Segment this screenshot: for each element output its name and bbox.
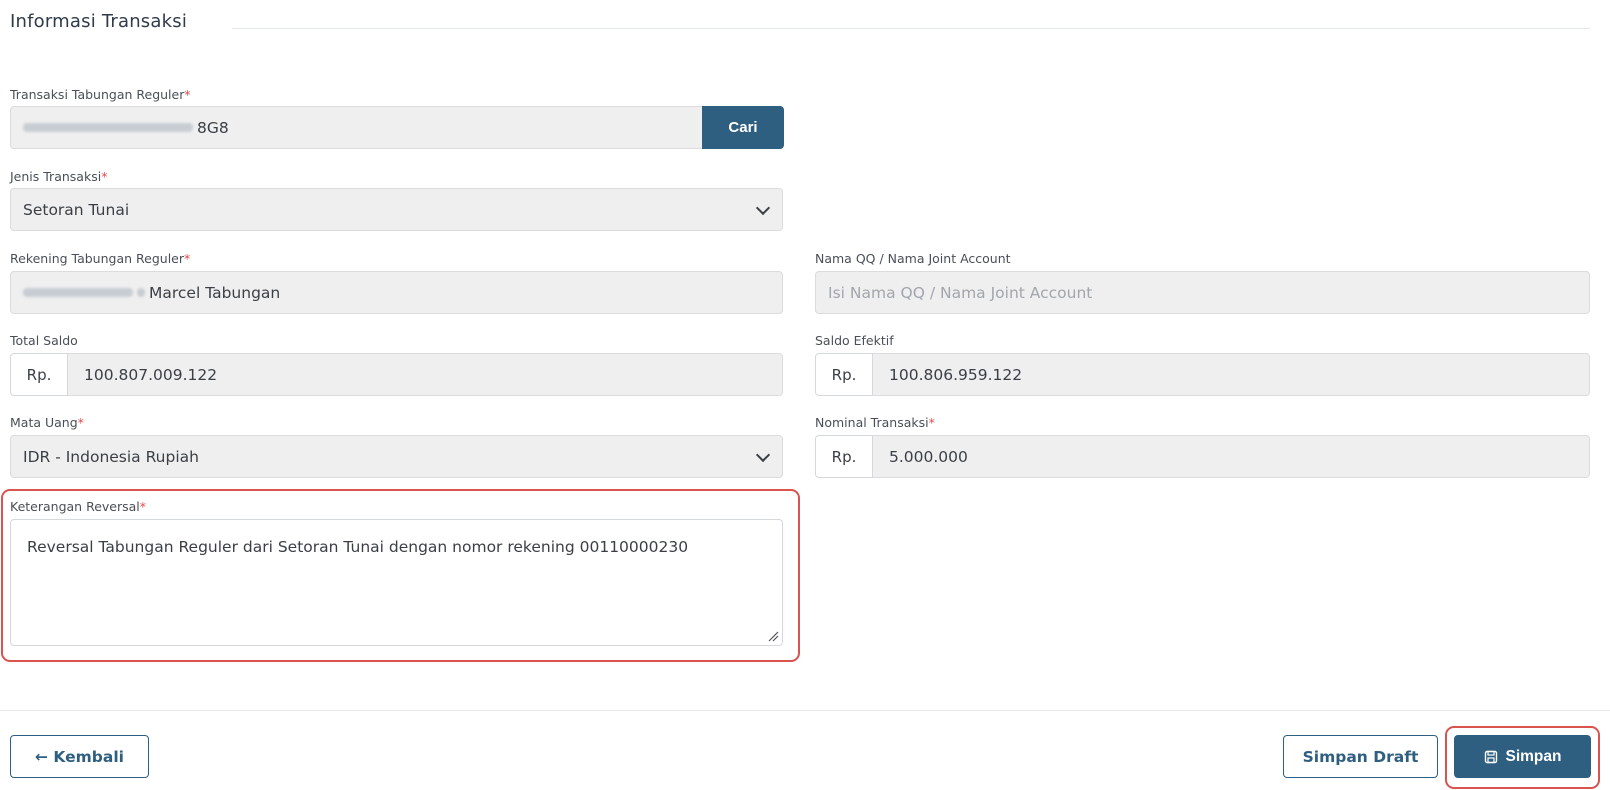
mata-uang-select[interactable]: IDR - Indonesia Rupiah xyxy=(10,435,783,478)
section-title: Informasi Transaksi xyxy=(10,11,188,32)
currency-prefix: Rp. xyxy=(815,353,873,396)
redacted-account-number xyxy=(23,288,133,297)
total-saldo-field[interactable]: Rp. 100.807.009.122 xyxy=(10,353,783,396)
nama-qq-label: Nama QQ / Nama Joint Account xyxy=(815,251,1011,266)
kembali-button[interactable]: ← Kembali xyxy=(10,735,149,778)
jenis-transaksi-select[interactable]: Setoran Tunai xyxy=(10,188,783,231)
section-divider xyxy=(232,28,1590,29)
cari-button[interactable]: Cari xyxy=(702,106,784,149)
jenis-transaksi-label: Jenis Transaksi* xyxy=(10,169,108,184)
resize-handle-icon[interactable] xyxy=(767,630,779,642)
total-saldo-label: Total Saldo xyxy=(10,333,78,348)
transaksi-tabungan-input[interactable]: 8G8 xyxy=(10,106,703,149)
nama-qq-input[interactable]: Isi Nama QQ / Nama Joint Account xyxy=(815,271,1590,314)
mata-uang-label: Mata Uang* xyxy=(10,415,84,430)
redacted-value xyxy=(23,123,193,132)
chevron-down-icon xyxy=(755,447,771,462)
chevron-down-icon xyxy=(755,200,771,215)
redacted-separator xyxy=(137,288,145,297)
saldo-efektif-label: Saldo Efektif xyxy=(815,333,894,348)
simpan-button[interactable]: Simpan xyxy=(1454,735,1591,778)
keterangan-textarea[interactable]: Reversal Tabungan Reguler dari Setoran T… xyxy=(10,519,783,646)
keterangan-label: Keterangan Reversal* xyxy=(10,499,147,514)
currency-prefix: Rp. xyxy=(10,353,68,396)
nominal-transaksi-field[interactable]: Rp. 5.000.000 xyxy=(815,435,1590,478)
total-saldo-value[interactable]: 100.807.009.122 xyxy=(68,353,783,396)
nominal-transaksi-value[interactable]: 5.000.000 xyxy=(873,435,1590,478)
rekening-label: Rekening Tabungan Reguler* xyxy=(10,251,191,266)
simpan-draft-button[interactable]: Simpan Draft xyxy=(1283,735,1438,778)
saldo-efektif-value[interactable]: 100.806.959.122 xyxy=(873,353,1590,396)
rekening-input[interactable]: Marcel Tabungan xyxy=(10,271,783,314)
save-icon xyxy=(1484,750,1497,763)
footer-divider xyxy=(0,710,1610,711)
saldo-efektif-field[interactable]: Rp. 100.806.959.122 xyxy=(815,353,1590,396)
currency-prefix: Rp. xyxy=(815,435,873,478)
transaksi-tabungan-label: Transaksi Tabungan Reguler* xyxy=(10,87,191,102)
nominal-transaksi-label: Nominal Transaksi* xyxy=(815,415,935,430)
